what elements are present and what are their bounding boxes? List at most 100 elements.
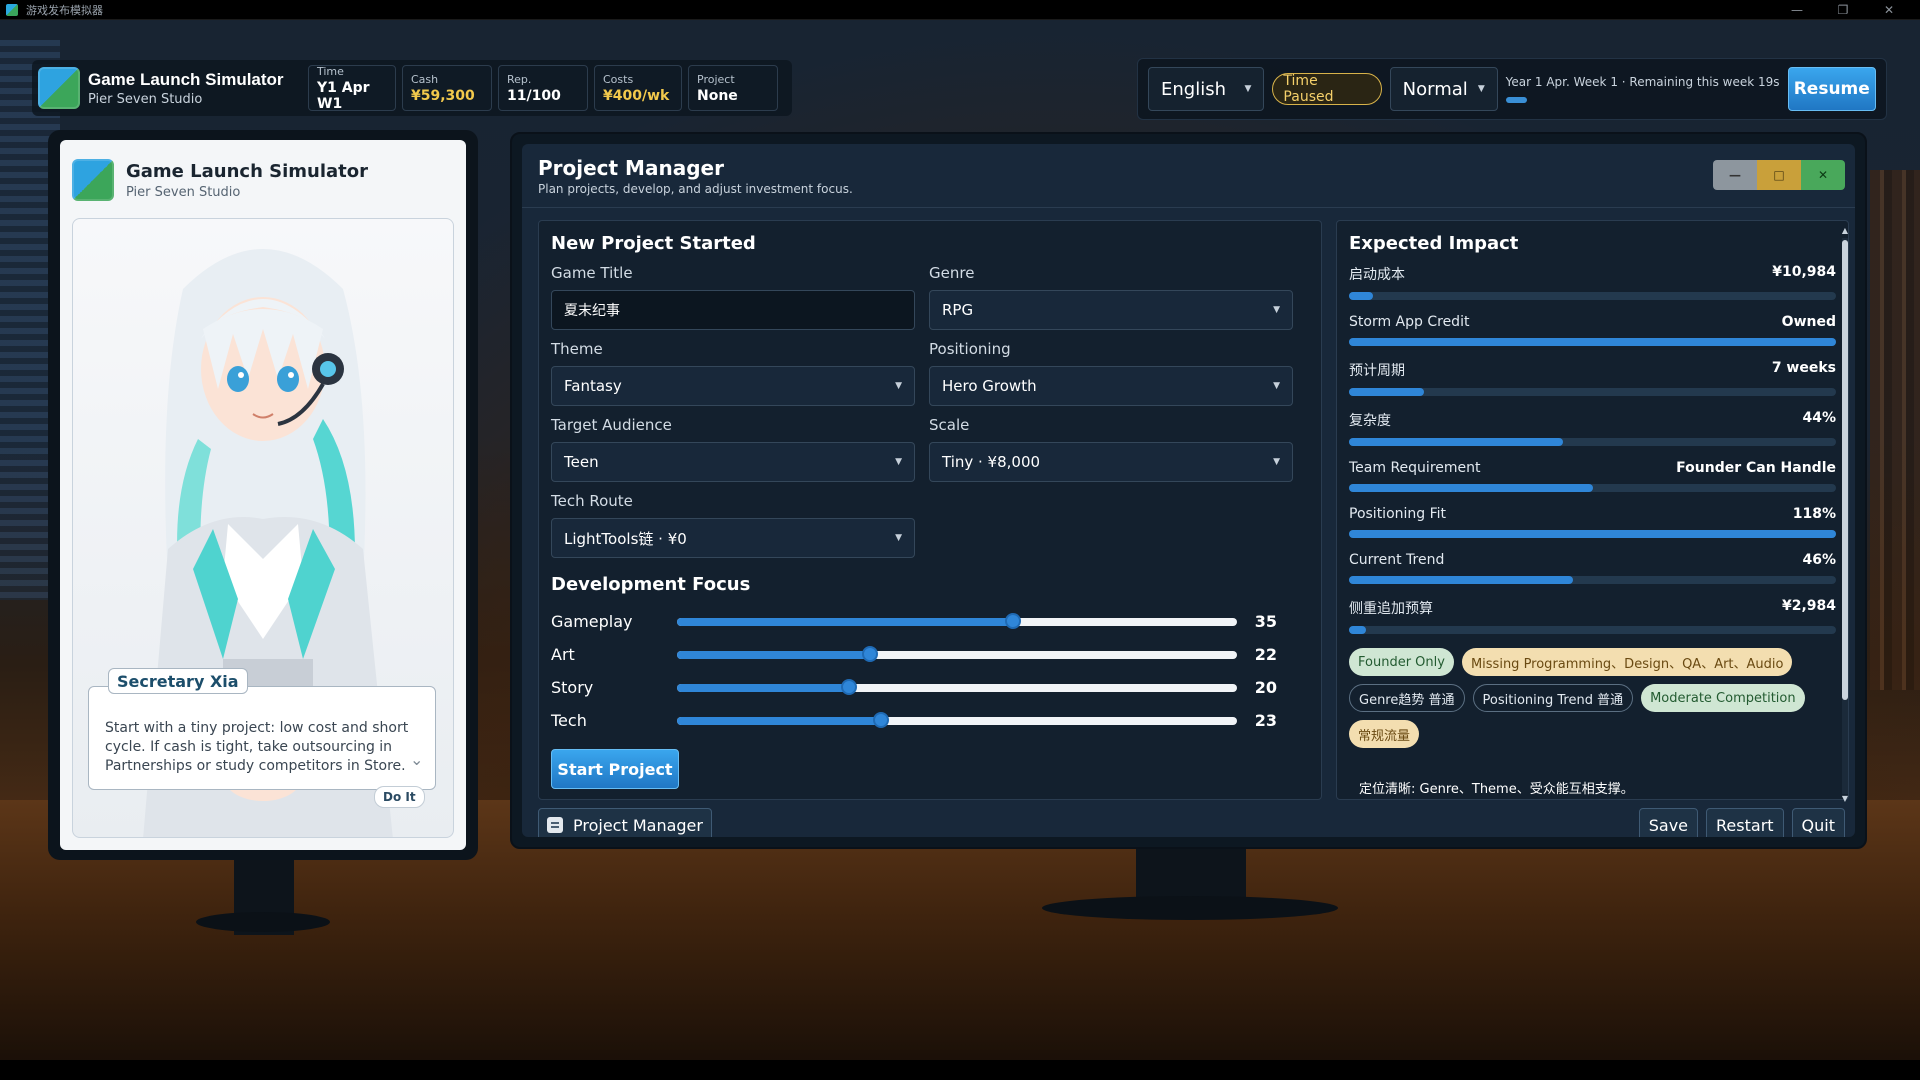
- tag-competition: Moderate Competition: [1641, 684, 1805, 712]
- genre-select[interactable]: RPG ▼: [929, 290, 1293, 330]
- secretary-dialog: Start with a tiny project: low cost and …: [88, 686, 436, 790]
- week-info-text: Year 1 Apr. Week 1 · Remaining this week…: [1505, 75, 1780, 89]
- save-button[interactable]: Save: [1638, 808, 1699, 837]
- studio-name: Pier Seven Studio: [88, 91, 203, 107]
- studio-logo-icon: [38, 67, 80, 109]
- theme-select[interactable]: Fantasy ▼: [551, 366, 915, 406]
- impact-row: Storm App Credit Owned: [1349, 314, 1836, 346]
- window-title: Project Manager: [538, 156, 724, 180]
- game-title: Game Launch Simulator: [88, 69, 284, 89]
- scale-select[interactable]: Tiny · ¥8,000 ▼: [929, 442, 1293, 482]
- impact-bar-fill: [1349, 530, 1836, 538]
- chevron-down-icon: ▼: [1273, 305, 1280, 315]
- document-icon: [547, 817, 563, 833]
- tag-founder-only: Founder Only: [1349, 648, 1454, 676]
- quit-button[interactable]: Quit: [1791, 808, 1845, 837]
- audience-field: Target Audience Teen ▼: [551, 416, 915, 482]
- tag-positioning-trend: Positioning Trend 普通: [1472, 684, 1634, 712]
- impact-bar: [1349, 484, 1836, 492]
- game-title-input[interactable]: 夏末纪事: [551, 290, 915, 330]
- window-subtitle: Plan projects, develop, and adjust inves…: [538, 182, 853, 196]
- scroll-thumb[interactable]: [1842, 240, 1848, 700]
- monitor: Project Manager Plan projects, develop, …: [510, 132, 1867, 849]
- impact-title: Expected Impact: [1349, 233, 1519, 254]
- slider-row-story: Story 20: [551, 678, 1277, 697]
- slider-handle[interactable]: [862, 645, 879, 662]
- os-restore-button[interactable]: ❐: [1820, 0, 1866, 20]
- slider-handle[interactable]: [1005, 612, 1021, 629]
- art-slider[interactable]: [677, 645, 1237, 662]
- section-title: New Project Started: [551, 233, 756, 254]
- impact-list: 启动成本 ¥10,984 Storm App Credit Owned 预计周期 7 …: [1349, 264, 1836, 634]
- chevron-down-icon: ▼: [1273, 381, 1280, 391]
- close-button[interactable]: ✕: [1801, 160, 1845, 190]
- focus-title: Development Focus: [551, 574, 751, 595]
- week-progress-fill: [1505, 97, 1528, 103]
- panel-scrollbar[interactable]: ▲ ▼: [1840, 226, 1850, 806]
- chevron-down-icon[interactable]: ⌄: [410, 750, 423, 769]
- os-titlebar: 游戏发布模拟器 — ❐ ✕: [0, 0, 1920, 20]
- phone-app-title: Game Launch Simulator: [126, 160, 369, 182]
- impact-bar-fill: [1349, 388, 1425, 396]
- focus-sliders: Gameplay 35 Art 22 Story 20 Tech 23: [551, 605, 1309, 737]
- week-progress: Year 1 Apr. Week 1 · Remaining this week…: [1505, 75, 1780, 103]
- window-controls: — □ ✕: [1713, 160, 1845, 190]
- scroll-up-icon[interactable]: ▲: [1840, 226, 1850, 235]
- slider-handle[interactable]: [841, 678, 858, 695]
- impact-bar: [1349, 292, 1836, 300]
- tech-route-field: Tech Route LightTools链 · ¥0 ▼: [551, 492, 915, 558]
- language-select[interactable]: English ▼: [1148, 67, 1265, 111]
- os-window-title: 游戏发布模拟器: [26, 3, 103, 17]
- do-it-button[interactable]: Do It: [374, 786, 425, 808]
- stat-cash: Cash ¥59,300: [402, 65, 492, 111]
- slider-handle[interactable]: [873, 711, 890, 728]
- week-progress-bar: [1505, 97, 1776, 103]
- tech-route-select[interactable]: LightTools链 · ¥0 ▼: [551, 518, 915, 558]
- expected-impact-panel: Expected Impact 启动成本 ¥10,984 Storm App Cr…: [1336, 220, 1849, 800]
- new-project-panel: New Project Started Game Title 夏末纪事 Genr…: [538, 220, 1322, 800]
- minimize-button[interactable]: —: [1713, 160, 1757, 190]
- impact-row: 启动成本 ¥10,984: [1349, 264, 1836, 300]
- project-manager-window: Project Manager Plan projects, develop, …: [522, 144, 1855, 837]
- restart-button[interactable]: Restart: [1706, 808, 1784, 837]
- bottom-letterbox: [0, 1060, 1920, 1080]
- phone-studio-name: Pier Seven Studio: [126, 184, 241, 200]
- positioning-select[interactable]: Hero Growth ▼: [929, 366, 1293, 406]
- os-close-button[interactable]: ✕: [1866, 0, 1912, 20]
- scale-field: Scale Tiny · ¥8,000 ▼: [929, 416, 1293, 482]
- studio-logo-icon: [72, 159, 114, 201]
- window-header: Project Manager Plan projects, develop, …: [522, 144, 1855, 208]
- dialog-message: Start with a tiny project: low cost and …: [105, 720, 409, 774]
- impact-row: Current Trend 46%: [1349, 552, 1836, 584]
- impact-bar-fill: [1349, 292, 1374, 300]
- slider-fill: [677, 683, 850, 692]
- start-project-button[interactable]: Start Project: [551, 749, 679, 789]
- tech-slider[interactable]: [677, 711, 1237, 728]
- slider-fill: [677, 716, 882, 725]
- impact-row: Positioning Fit 118%: [1349, 506, 1836, 538]
- impact-bar-fill: [1349, 438, 1564, 446]
- audience-select[interactable]: Teen ▼: [551, 442, 915, 482]
- project-manager-tab[interactable]: Project Manager: [538, 808, 712, 837]
- speaker-name: Secretary Xia: [108, 668, 248, 694]
- impact-row: 侧重追加预算 ¥2,984: [1349, 598, 1836, 634]
- impact-bar: [1349, 338, 1836, 346]
- os-minimize-button[interactable]: —: [1774, 0, 1820, 20]
- footer-actions: Save Restart Quit: [1638, 808, 1845, 837]
- monitor-base: [1042, 896, 1338, 920]
- maximize-button[interactable]: □: [1757, 160, 1801, 190]
- scroll-down-icon[interactable]: ▼: [1840, 794, 1850, 803]
- slider-row-gameplay: Gameplay 35: [551, 612, 1277, 631]
- impact-note: 定位清晰: Genre、Theme、受众能互相支撑。: [1359, 782, 1634, 797]
- story-slider[interactable]: [677, 678, 1237, 695]
- gameplay-slider[interactable]: [677, 612, 1237, 629]
- speed-select[interactable]: Normal ▼: [1389, 67, 1498, 111]
- theme-field: Theme Fantasy ▼: [551, 340, 915, 406]
- app-icon: [6, 3, 18, 16]
- chevron-down-icon: ▼: [895, 457, 902, 467]
- impact-row: 复杂度 44%: [1349, 410, 1836, 446]
- stat-costs: Costs ¥400/wk: [594, 65, 682, 111]
- resume-button[interactable]: Resume: [1787, 67, 1876, 111]
- chevron-down-icon: ▼: [1244, 84, 1252, 94]
- impact-bar: [1349, 438, 1836, 446]
